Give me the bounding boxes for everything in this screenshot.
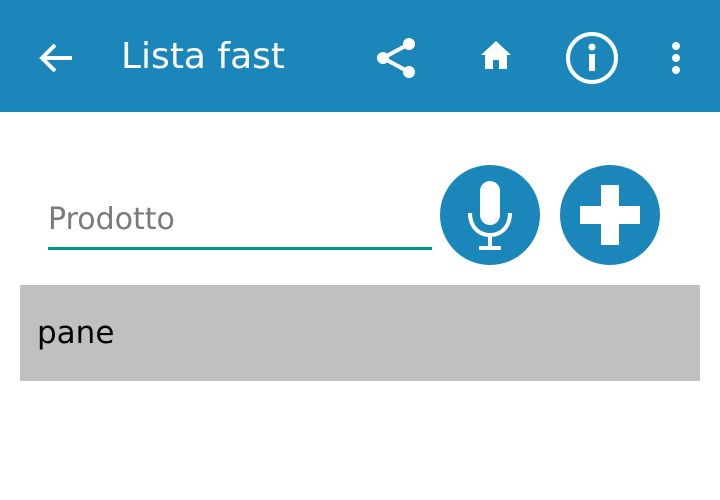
home-icon[interactable] bbox=[476, 38, 516, 72]
microphone-icon bbox=[468, 181, 512, 250]
page-title: Lista fast bbox=[121, 36, 286, 77]
info-icon[interactable] bbox=[564, 30, 620, 86]
back-arrow-icon[interactable] bbox=[30, 36, 82, 80]
share-icon[interactable] bbox=[372, 34, 420, 82]
product-input[interactable] bbox=[48, 196, 432, 247]
product-field[interactable]: Prodotto bbox=[48, 196, 432, 250]
more-options-icon[interactable] bbox=[660, 38, 692, 78]
list-item[interactable]: pane bbox=[20, 285, 700, 381]
app-toolbar: Lista fast bbox=[0, 0, 720, 112]
list-item-label: pane bbox=[37, 315, 115, 351]
plus-icon bbox=[580, 185, 640, 245]
add-product-button[interactable] bbox=[560, 165, 660, 265]
voice-input-button[interactable] bbox=[440, 165, 540, 265]
